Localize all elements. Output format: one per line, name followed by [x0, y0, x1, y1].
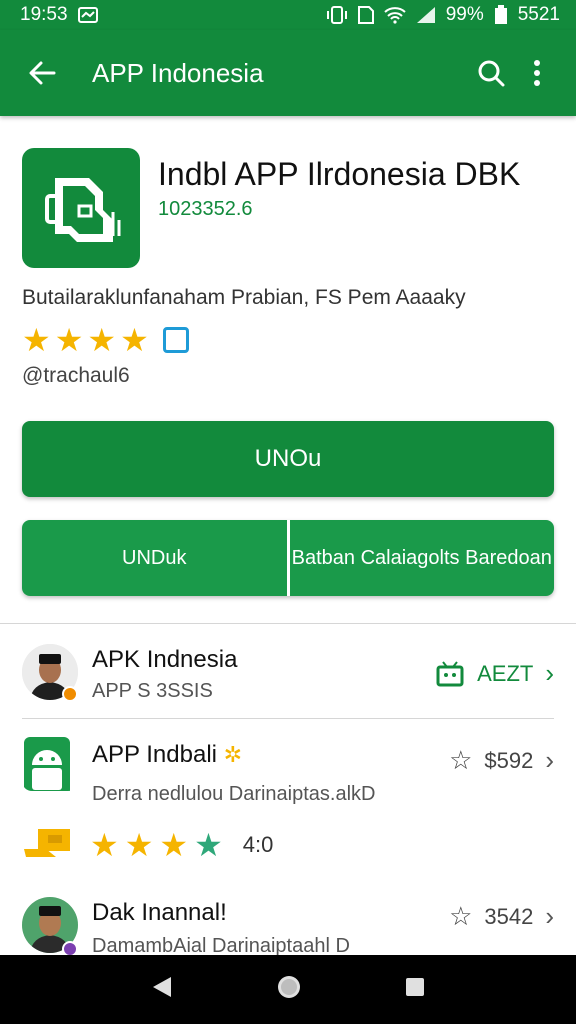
star-icon: ★ — [194, 827, 223, 863]
status-bar: 19:53 99% 5521 — [0, 0, 576, 30]
list-item-subtitle: Derra nedlulou Darinaiptas.alkD — [92, 783, 376, 805]
app-bar: APP Indonesia — [0, 30, 576, 116]
app-rating: ★ ★ ★ ★ — [22, 324, 189, 356]
chevron-right-icon: › — [545, 901, 554, 931]
list-item-rating: ★ ★ ★ ★ 4:0 — [22, 825, 273, 865]
list-item-price: $592 — [484, 747, 534, 773]
star-icon: ★ — [120, 322, 149, 358]
navigation-bar — [0, 955, 576, 1024]
nav-recents-icon[interactable] — [405, 977, 425, 1002]
status-time: 19:53 — [20, 4, 68, 25]
list-item-price: 3542 — [484, 903, 534, 929]
rating-value: 4:0 — [242, 832, 274, 857]
battery-icon — [494, 5, 508, 25]
search-icon[interactable] — [468, 50, 514, 96]
star-icon: ★ — [22, 322, 51, 358]
sim-icon — [357, 6, 374, 24]
list-item[interactable]: APP Indbali ✲ Derra nedlulou Darinaiptas… — [22, 735, 554, 875]
install-button[interactable]: UNOu — [22, 421, 554, 497]
notification-icon — [77, 7, 98, 23]
list-item-action-label: AEZT — [477, 660, 534, 686]
list-item-title: APK Indnesia — [92, 646, 238, 673]
android-install-icon — [436, 660, 464, 686]
list-item-action[interactable]: AEZT › — [435, 658, 554, 689]
divider — [0, 623, 576, 624]
battery-percent: 99% — [445, 4, 484, 25]
nav-back-icon[interactable] — [151, 975, 173, 1004]
app-handle: @trachaul6 — [22, 364, 130, 387]
wifi-icon — [384, 6, 406, 24]
star-icon: ★ — [90, 827, 119, 863]
list-item-action[interactable]: ☆ 3542 › — [449, 901, 554, 932]
star-icon: ★ — [87, 322, 117, 358]
list-item-subtitle: APP S 3SSIS — [92, 680, 213, 702]
star-outline-icon: ☆ — [449, 745, 473, 775]
star-outline-icon: ☆ — [449, 901, 473, 931]
star-icon: ★ — [159, 827, 189, 863]
star-icon: ★ — [124, 827, 154, 863]
android-app-icon — [22, 735, 78, 791]
app-size: 1023352.6 — [158, 198, 253, 220]
list-item-title: Dak Inannal! — [92, 899, 227, 926]
divider — [22, 718, 554, 719]
page-title: APP Indonesia — [92, 57, 264, 88]
vibrate-icon — [326, 6, 348, 24]
avatar-badge — [62, 686, 78, 702]
list-item-action[interactable]: ☆ $592 › — [449, 745, 554, 776]
download-button[interactable]: UNDuk — [22, 520, 287, 596]
star-icon: ★ — [54, 322, 84, 358]
chevron-right-icon: › — [545, 658, 554, 688]
chevron-right-icon: › — [545, 745, 554, 775]
bookmark-icon[interactable] — [162, 327, 189, 353]
list-item[interactable]: Dak Inannal! DamambAial Darinaiptaahl D … — [22, 895, 554, 957]
status-extra: 5521 — [517, 4, 560, 25]
list-item-title-text: APP Indbali — [92, 741, 217, 768]
sparkle-icon: ✲ — [223, 742, 243, 767]
action-buttons: UNDuk Batban Calaiagolts Baredoan — [22, 520, 554, 596]
back-arrow-icon[interactable] — [22, 53, 62, 93]
app-description: Butailaraklunfanaham Prabian, FS Pem Aaa… — [22, 286, 466, 309]
list-item-title: APP Indbali ✲ — [92, 741, 242, 769]
signal-icon — [416, 6, 436, 24]
secondary-button[interactable]: Batban Calaiagolts Baredoan — [286, 520, 554, 596]
list-item[interactable]: APK Indnesia APP S 3SSIS AEZT › — [22, 640, 554, 710]
nav-home-icon[interactable] — [276, 974, 302, 1005]
app-logo-icon — [22, 148, 140, 268]
app-header: Indbl APP Ilrdonesia DBK 1023352.6 — [22, 148, 562, 268]
hand-money-icon — [24, 829, 70, 857]
more-vert-icon[interactable] — [514, 50, 560, 96]
app-name: Indbl APP Ilrdonesia DBK — [158, 156, 521, 192]
